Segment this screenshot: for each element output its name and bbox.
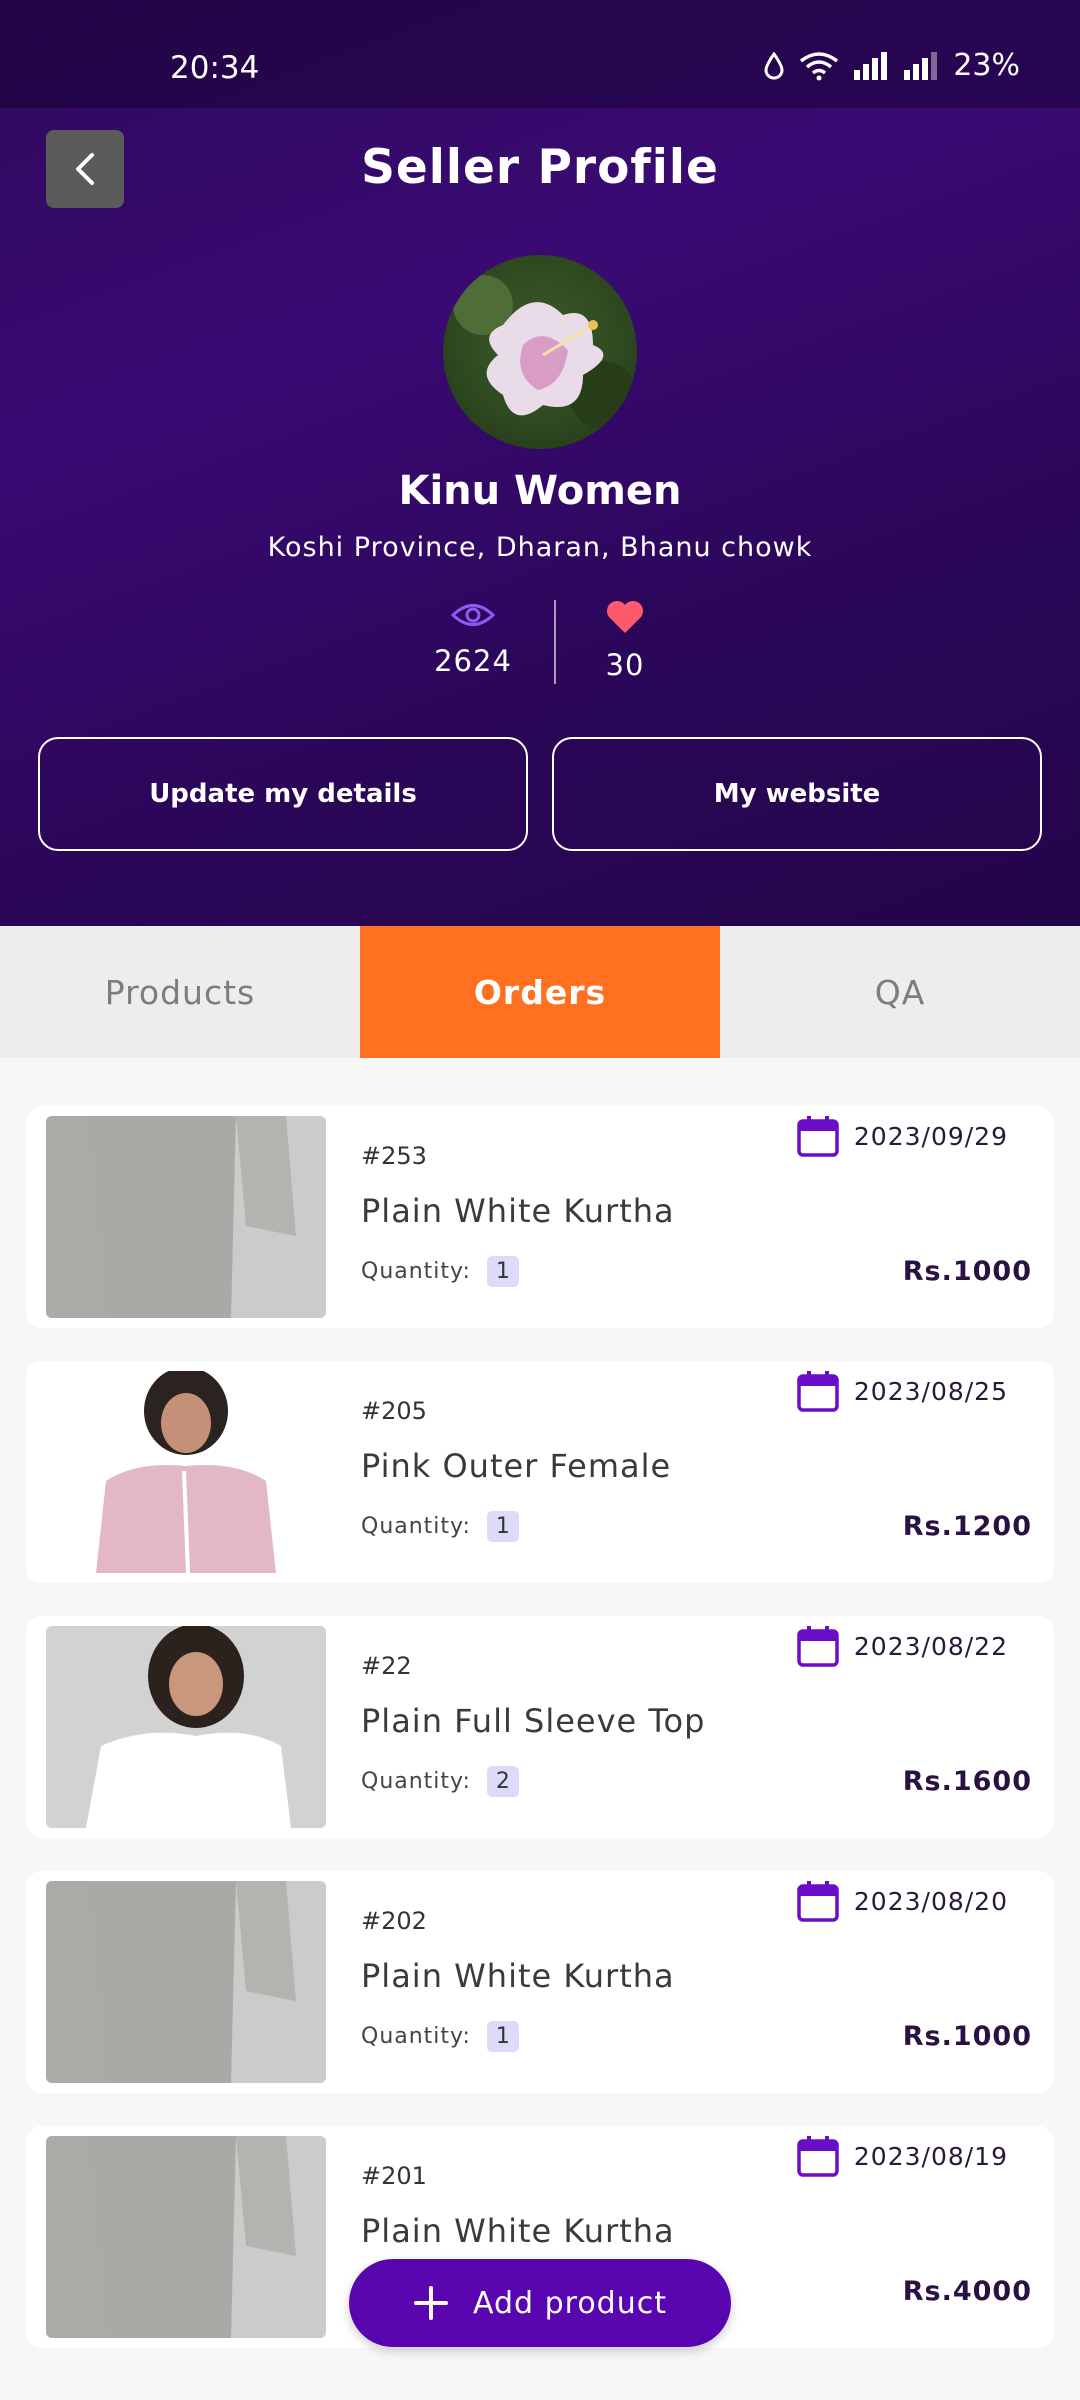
- signal-icon: [854, 51, 888, 80]
- product-image-white-kurtha: [46, 1881, 326, 2083]
- order-card[interactable]: #205 2023/08/25 Pink Outer Female Quanti…: [26, 1361, 1054, 1583]
- status-time: 20:34: [170, 50, 260, 86]
- order-card[interactable]: #202 2023/08/20 Plain White Kurtha Quant…: [26, 1871, 1054, 2093]
- order-price: Rs.1000: [902, 1256, 1032, 1287]
- likes-stat: 30: [555, 600, 695, 682]
- profile-header: 20:34 23% Seller Profile Kinu Women Kosh…: [0, 0, 1080, 926]
- views-count: 2624: [434, 644, 512, 678]
- status-icons: 23%: [763, 48, 1020, 83]
- order-date: 2023/08/20: [796, 1879, 1008, 1923]
- order-card[interactable]: #253 2023/09/29 Plain White Kurtha Quant…: [26, 1106, 1054, 1328]
- tab-qa[interactable]: QA: [720, 926, 1080, 1058]
- order-list: #253 2023/09/29 Plain White Kurtha Quant…: [26, 1106, 1054, 2381]
- calendar-icon: [797, 1881, 839, 1922]
- seller-name: Kinu Women: [398, 468, 682, 514]
- order-id: #201: [361, 2162, 427, 2190]
- order-price: Rs.1600: [902, 1766, 1032, 1797]
- order-card[interactable]: #22 2023/08/22 Plain Full Sleeve Top Qua…: [26, 1616, 1054, 1838]
- order-quantity: Quantity: 1: [361, 1511, 519, 1542]
- status-bar: 20:34 23%: [0, 0, 1080, 108]
- order-date: 2023/08/22: [796, 1624, 1008, 1668]
- order-date: 2023/09/29: [796, 1114, 1008, 1158]
- quantity-label: Quantity:: [361, 1259, 471, 1284]
- quantity-badge: 2: [486, 1766, 519, 1797]
- heart-icon: [607, 601, 643, 633]
- product-image-pink-outer: [46, 1371, 326, 1573]
- quantity-label: Quantity:: [361, 1769, 471, 1794]
- plus-icon: [413, 2286, 448, 2320]
- seller-avatar: [443, 255, 637, 449]
- order-date-text: 2023/08/22: [853, 1631, 1008, 1661]
- quantity-badge: 1: [486, 2021, 519, 2052]
- tab-orders[interactable]: Orders: [360, 926, 720, 1058]
- order-date-text: 2023/08/20: [853, 1886, 1008, 1916]
- calendar-icon: [797, 1371, 839, 1412]
- order-date: 2023/08/25: [796, 1369, 1008, 1413]
- quantity-badge: 1: [486, 1511, 519, 1542]
- update-details-button[interactable]: Update my details: [38, 737, 528, 851]
- order-title: Plain White Kurtha: [361, 2212, 675, 2250]
- order-date-text: 2023/08/25: [853, 1376, 1008, 1406]
- product-image-white-kurtha: [46, 1116, 326, 1318]
- order-quantity: Quantity: 1: [361, 1256, 519, 1287]
- order-date-text: 2023/08/19: [853, 2141, 1008, 2171]
- order-date: 2023/08/19: [796, 2134, 1008, 2178]
- signal-icon-2: [904, 51, 938, 80]
- order-title: Plain White Kurtha: [361, 1192, 675, 1230]
- order-id: #253: [361, 1142, 427, 1170]
- order-title: Plain White Kurtha: [361, 1957, 675, 1995]
- seller-location: Koshi Province, Dharan, Bhanu chowk: [267, 532, 813, 563]
- quantity-badge: 1: [486, 1256, 519, 1287]
- order-price: Rs.4000: [902, 2276, 1032, 2307]
- add-product-label: Add product: [472, 2285, 667, 2321]
- product-image-white-top: [46, 1626, 326, 1828]
- profile-tabs: Products Orders QA: [0, 926, 1080, 1058]
- order-price: Rs.1000: [902, 2021, 1032, 2052]
- tab-products[interactable]: Products: [0, 926, 360, 1058]
- page-title: Seller Profile: [361, 140, 719, 195]
- quantity-label: Quantity:: [361, 1514, 471, 1539]
- calendar-icon: [797, 2136, 839, 2177]
- likes-count: 30: [605, 648, 645, 682]
- order-id: #205: [361, 1397, 427, 1425]
- eye-icon: [450, 604, 496, 626]
- views-stat: 2624: [403, 600, 543, 678]
- battery-percent: 23%: [953, 48, 1020, 83]
- product-image-white-kurtha: [46, 2136, 326, 2338]
- my-website-button[interactable]: My website: [552, 737, 1042, 851]
- order-date-text: 2023/09/29: [853, 1121, 1008, 1151]
- order-title: Pink Outer Female: [361, 1447, 672, 1485]
- quantity-label: Quantity:: [361, 2024, 471, 2049]
- order-quantity: Quantity: 2: [361, 1766, 519, 1797]
- order-title: Plain Full Sleeve Top: [361, 1702, 706, 1740]
- calendar-icon: [797, 1626, 839, 1667]
- order-quantity: Quantity: 1: [361, 2021, 519, 2052]
- order-id: #202: [361, 1907, 427, 1935]
- wifi-icon: [800, 51, 839, 80]
- order-id: #22: [361, 1652, 412, 1680]
- add-product-button[interactable]: Add product: [349, 2259, 731, 2347]
- drop-icon: [764, 51, 784, 79]
- calendar-icon: [797, 1116, 839, 1157]
- order-price: Rs.1200: [902, 1511, 1032, 1542]
